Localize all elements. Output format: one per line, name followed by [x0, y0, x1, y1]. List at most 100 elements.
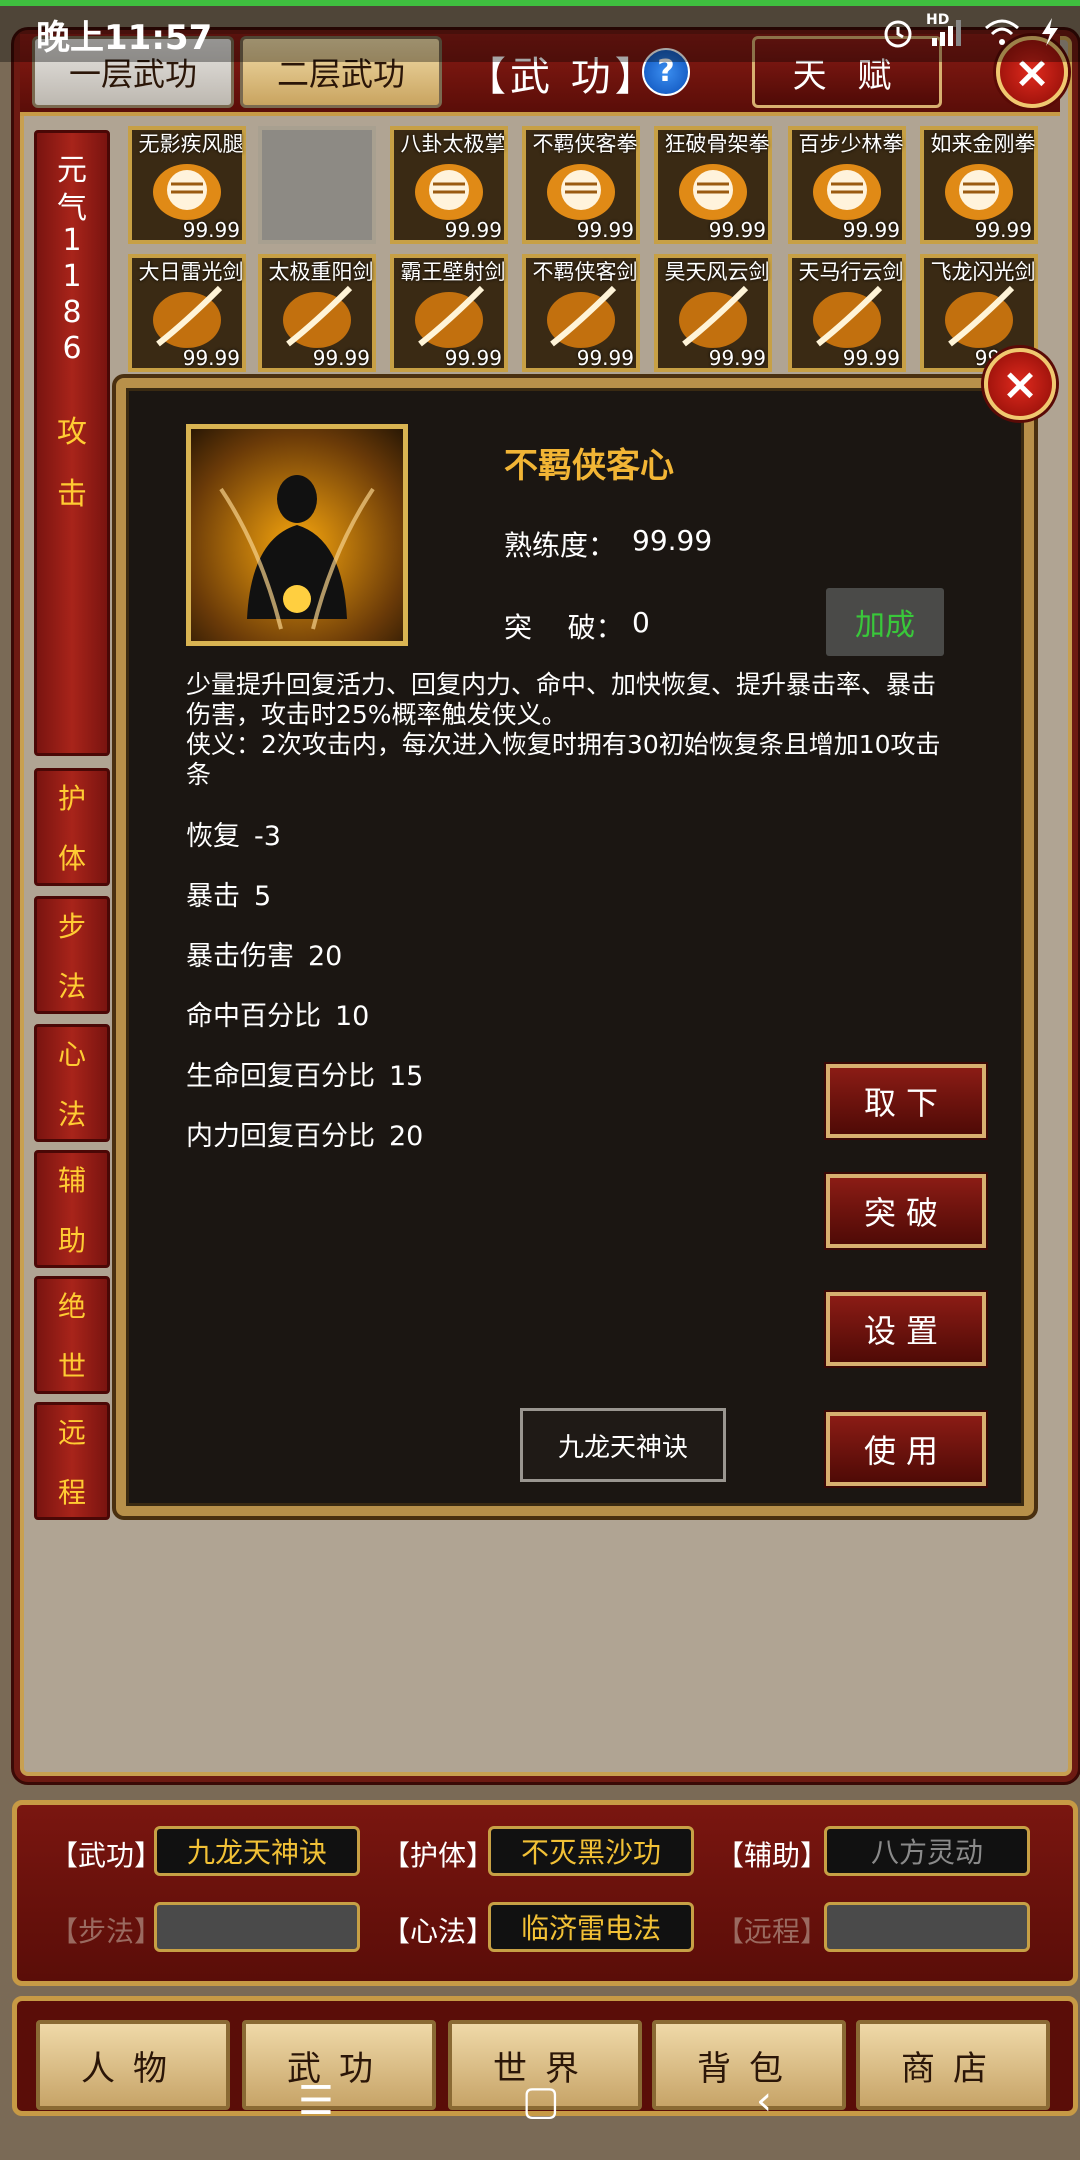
- martial-label: 【武功】: [50, 1839, 163, 1872]
- step-label: 【步法】: [50, 1915, 163, 1948]
- sword-icon: [679, 285, 749, 348]
- skill-level: 99.99: [708, 346, 766, 370]
- body-slot[interactable]: 不灭黑沙功: [488, 1826, 694, 1876]
- stat-row: 内力回复百分比 20: [186, 1114, 423, 1153]
- sidebar-item-ultimate[interactable]: 绝世: [34, 1276, 110, 1394]
- settings-button[interactable]: 设置: [826, 1292, 986, 1366]
- wifi-icon: [985, 19, 1019, 45]
- skill-name: 天马行云剑: [798, 260, 904, 284]
- stat-value: 15: [389, 1061, 424, 1092]
- stat-label: 内力回复百分比: [186, 1121, 375, 1152]
- step-slot[interactable]: [154, 1902, 360, 1952]
- unequip-button[interactable]: 取下: [826, 1064, 986, 1138]
- use-button[interactable]: 使用: [826, 1412, 986, 1486]
- body-label: 【护体】: [382, 1839, 495, 1872]
- sword-icon: [415, 285, 485, 348]
- skill-name: 不羁侠客剑: [532, 260, 638, 284]
- martial-slot[interactable]: 九龙天神诀: [154, 1826, 360, 1876]
- sidebar-attack-category[interactable]: 元 气 1 1 8 6 攻 击: [34, 130, 110, 756]
- fist-icon: [153, 164, 221, 220]
- fist-icon: [547, 164, 615, 220]
- heart-slot[interactable]: 临济雷电法: [488, 1902, 694, 1952]
- stat-value: 10: [335, 1001, 370, 1032]
- skill-name: 昊天风云剑: [664, 260, 770, 284]
- bonus-button[interactable]: 加成: [826, 588, 944, 656]
- skill-level: 99.99: [444, 346, 502, 370]
- sword-icon: [153, 285, 223, 348]
- stat-row: 恢复 -3: [186, 814, 281, 853]
- skill-name: 如来金刚拳: [930, 132, 1036, 156]
- breakthrough-button[interactable]: 突破: [826, 1174, 986, 1248]
- stat-label: 生命回复百分比: [186, 1061, 375, 1092]
- skill-level: 99.99: [974, 218, 1032, 242]
- nav-bag[interactable]: 背包: [652, 2020, 846, 2110]
- meditating-figure-icon: [219, 475, 375, 630]
- skill-level: 99.99: [182, 346, 240, 370]
- skill-level: 99.99: [576, 346, 634, 370]
- skill-slot[interactable]: 狂破骨架拳 99.99: [654, 126, 772, 244]
- skill-slot[interactable]: 大日雷光剑 99.99: [128, 254, 246, 372]
- sword-icon: [813, 285, 883, 348]
- skill-name: 不羁侠客拳: [532, 132, 638, 156]
- back-icon[interactable]: ‹: [756, 2078, 772, 2124]
- nav-shop[interactable]: 商店: [856, 2020, 1050, 2110]
- skill-slot[interactable]: 太极重阳剑 99.99: [258, 254, 376, 372]
- skill-level: 99.99: [312, 346, 370, 370]
- dialog-close-icon[interactable]: ×: [984, 348, 1056, 420]
- clock-time: 晚上11:57: [36, 18, 213, 58]
- skill-slot[interactable]: 霸王壁射剑 99.99: [390, 254, 508, 372]
- skill-level: 99.99: [444, 218, 502, 242]
- sidebar-item-body[interactable]: 护体: [34, 768, 110, 886]
- attack-label-char: 攻: [57, 415, 87, 450]
- skill-slot[interactable]: 不羁侠客拳 99.99: [522, 126, 640, 244]
- sword-icon: [283, 285, 353, 348]
- skill-slot[interactable]: 不羁侠客剑 99.99: [522, 254, 640, 372]
- skill-select[interactable]: 九龙天神诀: [520, 1408, 726, 1482]
- ranged-slot[interactable]: [824, 1902, 1030, 1952]
- stat-label: 恢复: [186, 821, 240, 852]
- signal-icon: [932, 20, 961, 46]
- skill-portrait: [186, 424, 408, 646]
- stat-value: 20: [389, 1121, 424, 1152]
- assist-slot[interactable]: 八方灵动: [824, 1826, 1030, 1876]
- assist-label: 【辅助】: [716, 1839, 829, 1872]
- skill-slot[interactable]: 八卦太极掌 99.99: [390, 126, 508, 244]
- proficiency-value: 99.99: [632, 524, 713, 557]
- skill-description: 少量提升回复活力、回复内力、命中、加快恢复、提升暴击率、暴击伤害，攻击时25%概…: [186, 670, 952, 790]
- status-accent-line: [0, 0, 1080, 6]
- skill-slot[interactable]: 无影疾风腿 99.99: [128, 126, 246, 244]
- fist-icon: [813, 164, 881, 220]
- nav-martial[interactable]: 武功: [242, 2020, 436, 2110]
- stat-row: 生命回复百分比 15: [186, 1054, 423, 1093]
- nav-character[interactable]: 人物: [36, 2020, 230, 2110]
- stat-label: 命中百分比: [186, 1001, 321, 1032]
- sidebar-item-ranged[interactable]: 远程: [34, 1402, 110, 1520]
- sidebar-item-heart[interactable]: 心法: [34, 1024, 110, 1142]
- skill-slot[interactable]: 百步少林拳 99.99: [788, 126, 906, 244]
- skill-name: 太极重阳剑: [268, 260, 374, 284]
- energy-value-digit: 1: [62, 223, 82, 258]
- skill-level: 99.99: [576, 218, 634, 242]
- skill-slot[interactable]: 天马行云剑 99.99: [788, 254, 906, 372]
- empty-skill-slot[interactable]: [258, 126, 376, 244]
- skill-name: 大日雷光剑: [138, 260, 244, 284]
- skill-name: 狂破骨架拳: [664, 132, 770, 156]
- stat-value: -3: [254, 821, 281, 852]
- skill-name: 无影疾风腿: [138, 132, 244, 156]
- energy-value-digit: 1: [62, 259, 82, 294]
- stat-row: 暴击 5: [186, 874, 271, 913]
- home-icon[interactable]: ▢: [522, 2078, 560, 2124]
- skill-level: 99.99: [708, 218, 766, 242]
- fist-icon: [415, 164, 483, 220]
- menu-icon[interactable]: ☰: [298, 2078, 334, 2124]
- skill-slot[interactable]: 昊天风云剑 99.99: [654, 254, 772, 372]
- ranged-label: 【远程】: [716, 1915, 829, 1948]
- skill-slot[interactable]: 如来金刚拳 99.99: [920, 126, 1038, 244]
- skill-level: 99.99: [842, 218, 900, 242]
- skill-name: 百步少林拳: [798, 132, 904, 156]
- sidebar-item-step[interactable]: 步法: [34, 896, 110, 1014]
- sidebar-item-assist[interactable]: 辅助: [34, 1150, 110, 1268]
- stat-value: 20: [308, 941, 343, 972]
- breakthrough-value: 0: [632, 606, 650, 639]
- stat-row: 暴击伤害 20: [186, 934, 342, 973]
